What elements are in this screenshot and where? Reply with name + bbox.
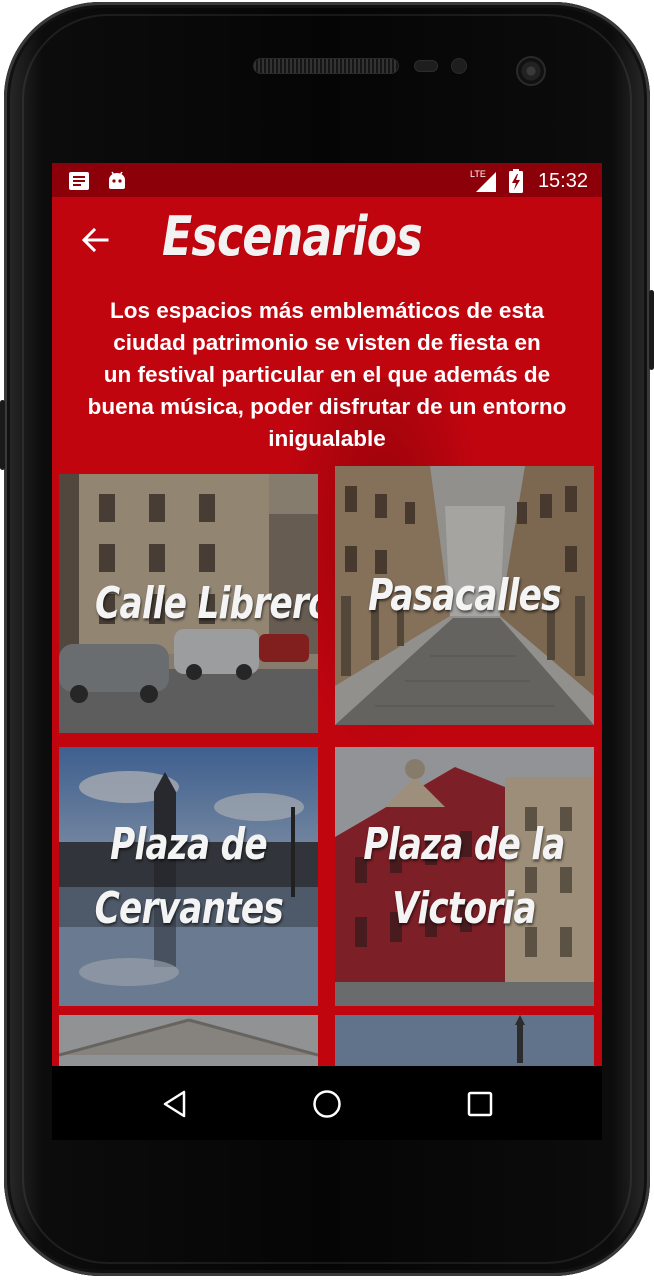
venue-title-line: Plaza de la	[363, 818, 566, 870]
intro-text: Los espacios más emblemáticos de esta ci…	[72, 295, 582, 455]
proximity-sensor	[414, 60, 438, 72]
venue-card-plaza-de-la-victoria[interactable]: Plaza de la Victoria	[335, 747, 594, 1006]
venue-title-line: Calle Libreros	[95, 577, 318, 629]
status-time: 15:32	[537, 170, 588, 192]
venue-title: Pasacalles	[335, 564, 594, 628]
intro-line: Los espacios más emblemáticos de esta	[110, 298, 544, 323]
arrow-back-icon	[81, 227, 109, 253]
notes-icon	[68, 171, 90, 195]
front-camera	[516, 56, 546, 86]
venue-card-calle-libreros[interactable]: Calle Libreros	[59, 474, 318, 733]
nav-recents-button[interactable]	[458, 1082, 502, 1126]
intro-line: buena música, poder disfrutar de un ento…	[87, 394, 567, 419]
venue-title-line: Victoria	[392, 882, 537, 934]
nav-back-button[interactable]	[153, 1082, 197, 1126]
nav-home-button[interactable]	[305, 1082, 349, 1126]
recents-square-icon	[467, 1091, 493, 1117]
venue-card-plaza-de-cervantes[interactable]: Plaza de Cervantes	[59, 747, 318, 1006]
intro-line: un festival particular en el que además …	[103, 362, 551, 387]
screen: LTE 15:32 Escenarios Los espacios más em…	[52, 163, 602, 1140]
back-button[interactable]	[78, 223, 112, 257]
light-sensor	[451, 58, 467, 74]
battery-charging-icon	[508, 169, 524, 197]
venue-title: Calle Libreros	[59, 572, 318, 636]
page-title: Escenarios	[162, 205, 423, 268]
home-circle-icon	[313, 1090, 341, 1118]
svg-text:LTE: LTE	[470, 169, 486, 179]
app-content: Escenarios Los espacios más emblemáticos…	[52, 197, 602, 1066]
venue-card-pasacalles[interactable]: Pasacalles	[335, 466, 594, 725]
signal-icon: LTE	[470, 168, 498, 198]
photo-overlay	[335, 1015, 594, 1066]
venue-title-line: Plaza de	[110, 818, 268, 870]
power-button	[649, 290, 654, 370]
earpiece-speaker	[253, 58, 399, 74]
venue-title: Plaza de la Victoria	[335, 813, 594, 941]
intro-line: ciudad patrimonio se visten de fiesta en	[113, 330, 541, 355]
venue-title-line: Pasacalles	[368, 569, 561, 621]
intro-line: inigualable	[268, 426, 386, 451]
android-icon	[106, 171, 128, 195]
venue-title-line: Cervantes	[94, 882, 283, 934]
photo-overlay	[59, 1015, 318, 1066]
system-navigation-bar	[52, 1066, 602, 1140]
volume-button	[0, 400, 5, 470]
back-triangle-icon	[163, 1090, 186, 1118]
status-bar: LTE 15:32	[52, 163, 602, 197]
venue-card-partial[interactable]	[335, 1015, 594, 1066]
venue-card-partial[interactable]	[59, 1015, 318, 1066]
venue-title: Plaza de Cervantes	[59, 813, 318, 941]
